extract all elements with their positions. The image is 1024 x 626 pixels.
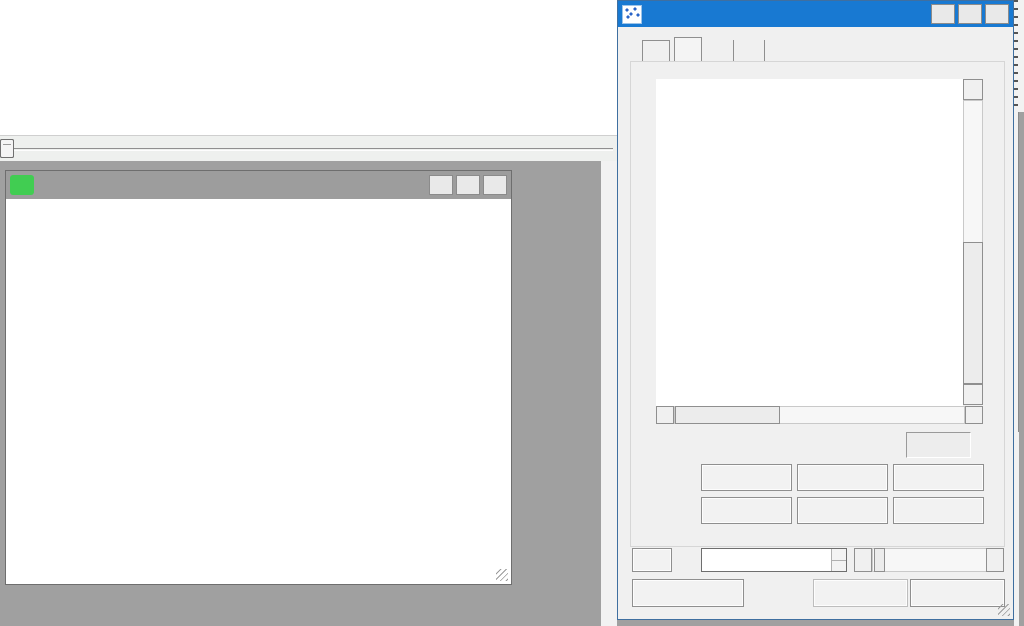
scroll-down-button[interactable] — [963, 384, 983, 405]
scroll-thumb[interactable] — [963, 242, 983, 384]
remove-button[interactable] — [893, 464, 984, 491]
edge-tick-marks — [1014, 0, 1018, 110]
start-button[interactable] — [910, 579, 1005, 607]
rings-table — [656, 79, 963, 406]
total-couples-display — [906, 432, 971, 458]
amplitude-slider-bar — [0, 135, 617, 161]
add-button[interactable] — [797, 464, 888, 491]
table-horizontal-scrollbar — [656, 406, 983, 424]
resize-grip[interactable] — [998, 604, 1010, 616]
scroll-track[interactable] — [872, 548, 1004, 572]
test-button[interactable] — [632, 548, 672, 572]
frequency-scrollbar — [854, 548, 1004, 572]
underlying-window-edge — [1014, 0, 1024, 626]
spin-up-button[interactable] — [832, 549, 846, 561]
desktop — [0, 0, 1024, 626]
tab-status[interactable] — [738, 40, 765, 62]
spac-app-icon — [622, 5, 642, 24]
optimize-button[interactable] — [701, 464, 792, 491]
scroll-right-button[interactable] — [965, 406, 983, 424]
qt-logo-icon — [10, 175, 34, 195]
frequency-value[interactable] — [702, 549, 831, 571]
spin-down-button[interactable] — [832, 561, 846, 572]
auto-button[interactable] — [701, 497, 792, 524]
scroll-left-button[interactable] — [656, 406, 674, 424]
tab-rings[interactable] — [674, 37, 702, 62]
table-vertical-scrollbar — [963, 79, 983, 405]
plot-window-titlebar[interactable] — [6, 171, 511, 199]
scroll-thumb[interactable] — [874, 548, 885, 572]
amplitude-slider-right-handle[interactable] — [0, 139, 14, 158]
frequency-spinbox[interactable] — [701, 548, 847, 572]
array-plot-window — [5, 170, 512, 585]
tab-bar — [642, 37, 765, 62]
load-button[interactable] — [797, 497, 888, 524]
maximize-button[interactable] — [958, 4, 982, 24]
resize-grip[interactable] — [496, 569, 508, 581]
scroll-left-button[interactable] — [854, 548, 872, 572]
slider-groove[interactable] — [4, 148, 613, 151]
array-ring-map[interactable] — [6, 199, 511, 584]
close-button[interactable] — [483, 175, 507, 195]
spac-window-titlebar[interactable] — [618, 1, 1013, 27]
minimize-button[interactable] — [931, 4, 955, 24]
maximize-button[interactable] — [456, 175, 480, 195]
minimize-button[interactable] — [429, 175, 453, 195]
load-parameters-button[interactable] — [632, 579, 744, 607]
scroll-right-button[interactable] — [986, 548, 1004, 572]
tab-time[interactable] — [642, 40, 670, 62]
seismic-trace-panel — [0, 0, 617, 161]
scroll-up-button[interactable] — [963, 79, 983, 100]
close-button[interactable] — [985, 4, 1009, 24]
save-button[interactable] — [893, 497, 984, 524]
background-window-strip — [601, 161, 617, 626]
stop-button — [813, 579, 908, 607]
seismic-traces-plot[interactable] — [0, 0, 617, 100]
spinbox-buttons — [831, 549, 846, 571]
spac-toolbox-window — [617, 0, 1014, 620]
scroll-thumb[interactable] — [675, 406, 780, 424]
tab-processing[interactable] — [707, 40, 734, 62]
edge-gray-fill — [1019, 112, 1024, 626]
